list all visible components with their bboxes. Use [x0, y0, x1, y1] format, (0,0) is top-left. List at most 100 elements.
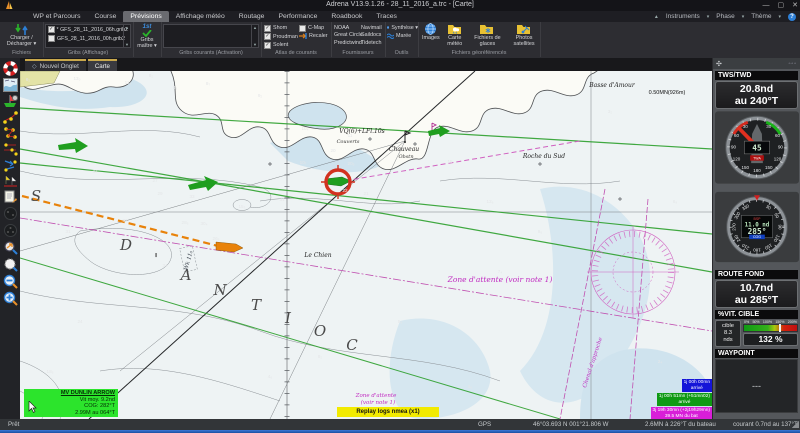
checkbox-checked-icon[interactable]: [48, 26, 55, 33]
svg-text:Roche du Sud: Roche du Sud: [522, 153, 565, 160]
provider-greatcircle[interactable]: Great Circle: [334, 32, 363, 38]
resize-grip[interactable]: [792, 421, 799, 428]
regatta-icon[interactable]: [3, 174, 18, 188]
maree-button[interactable]: Marée: [387, 33, 418, 39]
waypoint-route-icon[interactable]: [2, 110, 18, 124]
zoom-in-icon[interactable]: [3, 291, 18, 306]
checkbox-icon[interactable]: [48, 35, 55, 42]
gribs-maitre-button[interactable]: 1st Gribs maître ▾: [133, 24, 161, 49]
gear-icon[interactable]: ✣: [716, 60, 722, 68]
provider-navimail[interactable]: Navimail: [361, 25, 382, 31]
current-arrows-icon[interactable]: [3, 158, 18, 172]
svg-text:8₂: 8₂: [318, 354, 323, 359]
man-overboard-icon[interactable]: [2, 61, 18, 76]
menu-routage[interactable]: Routage: [232, 11, 272, 22]
window-title: Adrena V13.9.1.26 - 28_11_2016_a.trc - […: [326, 1, 474, 8]
instrument-panel: ✣ ▫▫▫ TWS/TWD 20.8nd au 240°T 30 30 60 60 90 9…: [712, 58, 800, 419]
radar-a-icon[interactable]: [3, 206, 18, 221]
photos-satellites-button[interactable]: Photos satellites: [508, 23, 540, 47]
fichiers-glaces-button[interactable]: Fichiers de glaces: [470, 23, 505, 47]
boat-instruments-icon[interactable]: [3, 94, 18, 108]
gribs-courants-scroll[interactable]: ▲ ▼: [251, 25, 258, 47]
menu-previsions[interactable]: Prévisions: [123, 11, 169, 22]
images-button[interactable]: Images: [422, 23, 440, 47]
menu-traces[interactable]: Traces: [369, 11, 404, 22]
maximize-button[interactable]: ▢: [778, 0, 785, 11]
svg-text:COG: COG: [753, 235, 761, 239]
routing-time-boxes: 1j 00h 00mn arrivé 1j 00h 51mn (+51mn02) ar…: [650, 379, 712, 419]
menu-roadbook[interactable]: Roadbook: [324, 11, 369, 22]
titlebar: Adrena V13.9.1.26 - 28_11_2016_a.trc - […: [0, 0, 800, 11]
radar-b-icon[interactable]: [3, 223, 18, 238]
svg-text:20₅: 20₅: [348, 161, 355, 166]
gribs-courants-list[interactable]: ▲ ▼: [163, 24, 259, 48]
vit-cible-label: %VIT. CIBLE: [715, 310, 798, 319]
menu-theme[interactable]: Thème: [751, 13, 771, 20]
svg-text:120: 120: [774, 156, 782, 161]
panel-menu-icon[interactable]: ▫▫▫: [789, 61, 797, 67]
svg-text:15: 15: [447, 159, 453, 164]
svg-text:': ': [154, 250, 158, 268]
svg-text:9₂: 9₂: [258, 93, 263, 98]
svg-text:Basse d'Amour: Basse d'Amour: [588, 82, 636, 89]
chart-view[interactable]: S D ' A N T I O C 6₂ 13₀ 11₃ 8₂ 8₃ 8₇ 9₂ 10₄ 11 20 10₇ 20₅ 2…: [20, 71, 712, 419]
svg-text:Couverts: Couverts: [337, 139, 360, 145]
minimize-button[interactable]: —: [763, 0, 770, 11]
ais-speed: Vit moy. 9.2nd: [79, 396, 115, 403]
provider-saildocs[interactable]: Saildocs: [361, 32, 382, 38]
marks-list-icon[interactable]: [3, 126, 18, 140]
menu-affichage-meteo[interactable]: Affichage météo: [169, 11, 232, 22]
svg-text:21: 21: [363, 191, 369, 196]
close-button[interactable]: ✕: [792, 0, 798, 11]
provider-noaa[interactable]: NOAA: [334, 25, 363, 31]
charger-decharger-button[interactable]: Charger / Décharger ▾: [0, 24, 43, 47]
replay-banner[interactable]: Replay logs nmea (x1): [337, 407, 439, 417]
ribbon-group-gribs-affichage: * GFS_28_11_2016_06h.grib2 GFS_28_11_201…: [43, 22, 134, 57]
zoom-window-icon[interactable]: [3, 257, 18, 272]
ais-target-box[interactable]: MV DUNLIN ARROW Vit moy. 9.2nd COG: 282°…: [24, 389, 118, 418]
svg-text:90: 90: [731, 145, 736, 150]
collapse-ribbon-icon[interactable]: ▲: [654, 14, 659, 20]
svg-text:I: I: [284, 309, 292, 327]
svg-text:30₄: 30₄: [201, 221, 208, 226]
provider-predictwind[interactable]: Predictwind: [334, 40, 363, 46]
grib-list-scroll[interactable]: ▲ ▼: [123, 25, 130, 47]
svg-text:6₈: 6₈: [673, 199, 678, 204]
atlas-cmap-checkbox[interactable]: C-Map: [299, 24, 328, 32]
svg-text:37: 37: [92, 169, 98, 174]
target-speed-box: cible 8.3 nds: [715, 320, 741, 347]
chart-icon[interactable]: [2, 78, 18, 92]
provider-tidetech[interactable]: Tidetech: [361, 40, 382, 46]
satellite-folder-icon: [517, 25, 531, 34]
svg-text:27: 27: [152, 178, 158, 183]
route-marks-icon[interactable]: [3, 142, 18, 156]
menu-performance[interactable]: Performance: [271, 11, 324, 22]
grib-list[interactable]: * GFS_28_11_2016_06h.grib2 GFS_28_11_201…: [45, 24, 131, 48]
svg-text:7₄: 7₄: [498, 269, 503, 274]
carte-meteo-button[interactable]: Carte météo: [443, 23, 467, 47]
routing-time-box: 1j 00h 00mn arrivé: [681, 379, 712, 393]
menu-course[interactable]: Course: [87, 11, 123, 22]
menu-phase[interactable]: Phase: [716, 13, 734, 20]
grib-item[interactable]: GFS_28_11_2016_00h.grib2: [46, 34, 130, 43]
svg-text:8₃: 8₃: [173, 85, 178, 90]
atlas-shom-checkbox[interactable]: Shom: [264, 24, 298, 32]
atlas-solent-checkbox[interactable]: Solent: [264, 41, 298, 49]
svg-text:33: 33: [189, 194, 195, 199]
recaler-button[interactable]: Recaler: [299, 33, 328, 39]
atlas-proudman-checkbox[interactable]: Proudman: [264, 33, 298, 40]
menu-instruments[interactable]: Instruments: [666, 13, 700, 20]
synthese-button[interactable]: Synthèse ▾: [387, 24, 418, 31]
new-tab-icon: ◇: [32, 63, 37, 70]
logbook-icon[interactable]: [3, 190, 18, 204]
svg-text:C: C: [346, 336, 358, 354]
help-icon[interactable]: ?: [788, 12, 796, 21]
grib-item[interactable]: * GFS_28_11_2016_06h.grib2: [46, 25, 130, 34]
ribbon-group-gribs-courants: ▲ ▼ Gribs courants (Activation): [161, 22, 262, 57]
zoom-out-icon[interactable]: [3, 274, 18, 289]
menu-wp-parcours[interactable]: WP et Parcours: [26, 11, 87, 22]
zoom-auto-icon[interactable]: [3, 240, 18, 255]
competitor-boat[interactable]: [215, 241, 244, 253]
nautical-chart[interactable]: SD'ANTIOC 6₂ 13₀11₃8₂8₃8₇9₂10₄112010₇ 20₅2…: [20, 71, 712, 419]
tws-label: TWS/TWD: [715, 71, 798, 80]
